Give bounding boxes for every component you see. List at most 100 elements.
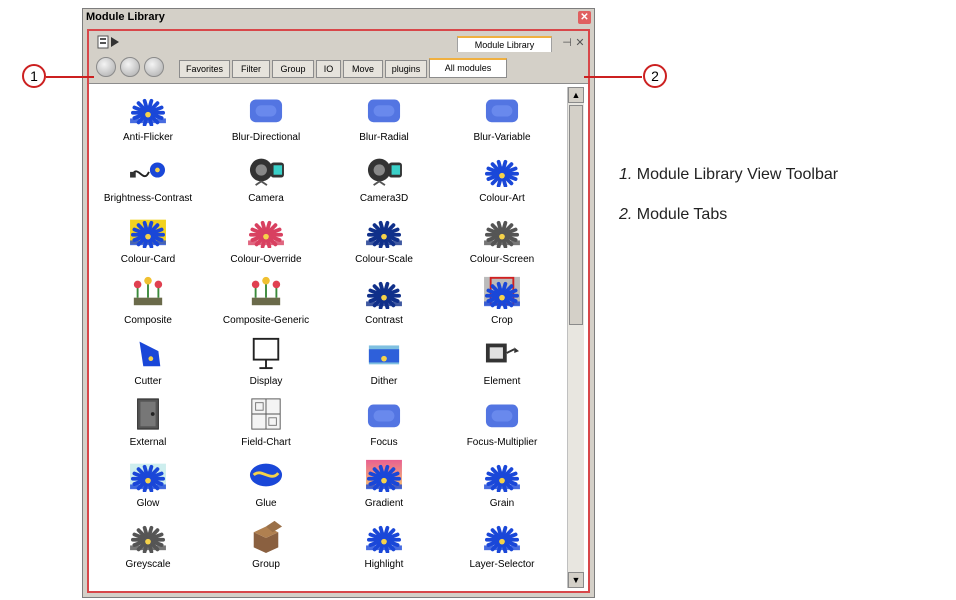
camera3d-icon xyxy=(367,158,402,186)
module-item[interactable]: Composite xyxy=(89,271,207,332)
module-item[interactable]: Blur-Directional xyxy=(207,88,325,149)
module-label: Blur-Radial xyxy=(359,132,409,143)
blur-directional-icon xyxy=(249,99,283,123)
module-label: Glue xyxy=(255,498,277,509)
module-item[interactable]: Focus-Multiplier xyxy=(443,393,561,454)
module-item[interactable]: Brightness-Contrast xyxy=(89,149,207,210)
module-label: Focus-Multiplier xyxy=(466,437,538,448)
external-icon xyxy=(137,398,159,430)
dither-icon xyxy=(368,345,400,365)
module-label: Camera xyxy=(248,193,284,204)
module-item[interactable]: Colour-Override xyxy=(207,210,325,271)
module-item[interactable]: Grain xyxy=(443,454,561,515)
grain-icon xyxy=(484,464,520,492)
focus-multiplier-icon xyxy=(485,404,519,428)
scroll-down-button[interactable]: ▼ xyxy=(568,572,584,588)
module-item[interactable]: Element xyxy=(443,332,561,393)
module-item[interactable]: Focus xyxy=(325,393,443,454)
module-label: Composite-Generic xyxy=(222,315,310,326)
module-label: Greyscale xyxy=(125,559,171,570)
module-item[interactable]: Group xyxy=(207,515,325,576)
module-item[interactable]: Blur-Variable xyxy=(443,88,561,149)
module-library-frame: Module Library ⊣ ✕ Favorites Filter Grou… xyxy=(87,29,590,593)
module-item[interactable]: Blur-Radial xyxy=(325,88,443,149)
greyscale-icon xyxy=(130,525,166,553)
tab-all-modules[interactable]: All modules xyxy=(429,58,507,78)
module-label: Group xyxy=(252,559,280,570)
module-item[interactable]: Layer-Selector xyxy=(443,515,561,576)
colour-scale-icon xyxy=(366,220,402,248)
module-label: Element xyxy=(483,376,521,387)
module-item[interactable]: Anti-Flicker xyxy=(89,88,207,149)
module-label: Colour-Screen xyxy=(469,254,535,265)
module-label: Colour-Card xyxy=(120,254,176,265)
blur-radial-icon xyxy=(367,99,401,123)
module-item[interactable]: Colour-Scale xyxy=(325,210,443,271)
module-label: Composite xyxy=(124,315,172,326)
close-button[interactable]: ✕ xyxy=(578,11,591,24)
module-item[interactable]: Colour-Art xyxy=(443,149,561,210)
colour-override-icon xyxy=(248,220,284,248)
module-label: Colour-Art xyxy=(479,193,525,204)
tab-move[interactable]: Move xyxy=(343,60,383,78)
module-item[interactable]: Gradient xyxy=(325,454,443,515)
view-tree-button[interactable] xyxy=(144,57,164,77)
tab-favorites[interactable]: Favorites xyxy=(179,60,230,78)
field-chart-icon xyxy=(251,398,281,430)
module-item[interactable]: Colour-Card xyxy=(89,210,207,271)
module-label: Cutter xyxy=(134,376,162,387)
module-item[interactable]: Crop xyxy=(443,271,561,332)
module-item[interactable]: Glow xyxy=(89,454,207,515)
module-item[interactable]: Camera3D xyxy=(325,149,443,210)
colour-screen-icon xyxy=(484,220,520,248)
module-label: Field-Chart xyxy=(241,437,291,448)
module-item[interactable]: Greyscale xyxy=(89,515,207,576)
module-item[interactable]: Colour-Screen xyxy=(443,210,561,271)
legend-number-1: 1. xyxy=(619,166,633,183)
legend-item-2: 2. Module Tabs xyxy=(619,206,727,224)
view-large-icons-button[interactable] xyxy=(96,57,116,77)
module-label: Blur-Variable xyxy=(473,132,531,143)
tab-group[interactable]: Group xyxy=(272,60,314,78)
callout-1-line xyxy=(46,76,94,78)
focus-icon xyxy=(367,404,401,428)
blur-variable-icon xyxy=(485,99,519,123)
scroll-up-button[interactable]: ▲ xyxy=(568,87,584,103)
close-view-icon[interactable]: ✕ xyxy=(573,36,587,50)
scroll-thumb[interactable] xyxy=(569,105,583,325)
glow-icon xyxy=(130,463,166,492)
module-item[interactable]: Field-Chart xyxy=(207,393,325,454)
module-label: Blur-Directional xyxy=(231,132,301,143)
module-item[interactable]: Cutter xyxy=(89,332,207,393)
vertical-scrollbar[interactable]: ▲ ▼ xyxy=(567,87,584,588)
tab-module-library-view[interactable]: Module Library xyxy=(457,36,552,52)
module-item[interactable]: Display xyxy=(207,332,325,393)
module-item[interactable]: Contrast xyxy=(325,271,443,332)
module-list-panel: Anti-Flicker Blur-Directional Blur-Radial B… xyxy=(89,83,588,591)
composite-icon xyxy=(133,276,163,306)
tab-io[interactable]: IO xyxy=(316,60,341,78)
colour-art-icon xyxy=(484,159,519,187)
module-grid: Anti-Flicker Blur-Directional Blur-Radial B… xyxy=(89,84,565,591)
module-item[interactable]: Highlight xyxy=(325,515,443,576)
module-item[interactable]: Dither xyxy=(325,332,443,393)
tab-plugins[interactable]: plugins xyxy=(385,60,427,78)
legend-item-1: 1. Module Library View Toolbar xyxy=(619,166,838,184)
module-item[interactable]: Composite-Generic xyxy=(207,271,325,332)
module-label: External xyxy=(129,437,167,448)
module-item[interactable]: Camera xyxy=(207,149,325,210)
legend-number-2: 2. xyxy=(619,206,633,223)
module-item[interactable]: External xyxy=(89,393,207,454)
tab-filter[interactable]: Filter xyxy=(232,60,270,78)
view-menu-icon[interactable] xyxy=(97,34,123,50)
module-label: Contrast xyxy=(365,315,403,326)
callout-2: 2 xyxy=(643,64,667,88)
module-label: Gradient xyxy=(364,498,404,509)
module-item[interactable]: Glue xyxy=(207,454,325,515)
module-label: Focus xyxy=(370,437,398,448)
view-list-button[interactable] xyxy=(120,57,140,77)
colour-card-icon xyxy=(130,219,166,248)
glue-icon xyxy=(249,463,283,487)
module-label: Glow xyxy=(136,498,160,509)
module-label: Dither xyxy=(370,376,398,387)
